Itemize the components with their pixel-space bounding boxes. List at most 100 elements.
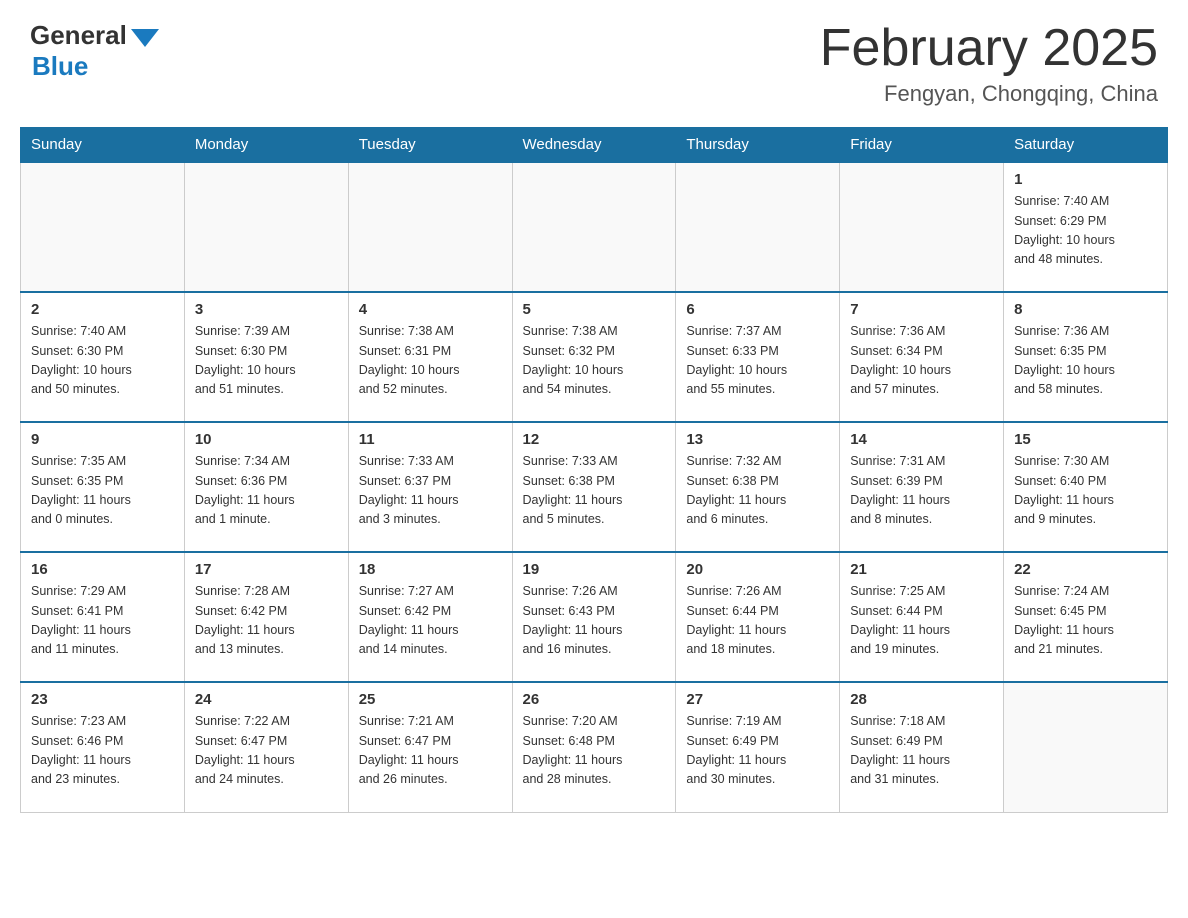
calendar-cell: 8 Sunrise: 7:36 AMSunset: 6:35 PMDaylight…	[1004, 292, 1168, 422]
day-info: Sunrise: 7:26 AMSunset: 6:44 PMDaylight:…	[686, 582, 829, 660]
day-number: 2	[31, 301, 174, 318]
day-number: 15	[1014, 431, 1157, 448]
calendar-cell	[184, 162, 348, 292]
calendar-cell: 17 Sunrise: 7:28 AMSunset: 6:42 PMDayligh…	[184, 552, 348, 682]
weekday-header-friday: Friday	[840, 128, 1004, 163]
calendar-week-row: 23 Sunrise: 7:23 AMSunset: 6:46 PMDayligh…	[21, 682, 1168, 812]
calendar-cell	[348, 162, 512, 292]
calendar-week-row: 9Sunrise: 7:35 AMSunset: 6:35 PMDaylight…	[21, 422, 1168, 552]
location-title: Fengyan, Chongqing, China	[820, 81, 1158, 107]
day-info: Sunrise: 7:18 AMSunset: 6:49 PMDaylight:…	[850, 712, 993, 790]
calendar-week-row: 2 Sunrise: 7:40 AMSunset: 6:30 PMDaylight…	[21, 292, 1168, 422]
day-info: Sunrise: 7:39 AMSunset: 6:30 PMDaylight:…	[195, 322, 338, 400]
logo: General Blue	[30, 20, 159, 82]
calendar-cell	[840, 162, 1004, 292]
calendar-cell: 24 Sunrise: 7:22 AMSunset: 6:47 PMDayligh…	[184, 682, 348, 812]
calendar-cell: 2 Sunrise: 7:40 AMSunset: 6:30 PMDaylight…	[21, 292, 185, 422]
day-number: 7	[850, 301, 993, 318]
day-number: 8	[1014, 301, 1157, 318]
day-number: 22	[1014, 561, 1157, 578]
calendar-cell: 22 Sunrise: 7:24 AMSunset: 6:45 PMDayligh…	[1004, 552, 1168, 682]
calendar-cell: 19 Sunrise: 7:26 AMSunset: 6:43 PMDayligh…	[512, 552, 676, 682]
day-info: Sunrise: 7:34 AMSunset: 6:36 PMDaylight:…	[195, 452, 338, 530]
day-number: 17	[195, 561, 338, 578]
calendar-cell: 3 Sunrise: 7:39 AMSunset: 6:30 PMDaylight…	[184, 292, 348, 422]
day-info: Sunrise: 7:40 AMSunset: 6:29 PMDaylight:…	[1014, 192, 1157, 270]
logo-blue-text: Blue	[32, 51, 88, 82]
calendar-cell: 6 Sunrise: 7:37 AMSunset: 6:33 PMDaylight…	[676, 292, 840, 422]
calendar-cell: 23 Sunrise: 7:23 AMSunset: 6:46 PMDayligh…	[21, 682, 185, 812]
calendar-cell: 9Sunrise: 7:35 AMSunset: 6:35 PMDaylight…	[21, 422, 185, 552]
day-number: 9	[31, 431, 174, 448]
calendar-week-row: 1 Sunrise: 7:40 AMSunset: 6:29 PMDaylight…	[21, 162, 1168, 292]
day-number: 13	[686, 431, 829, 448]
day-info: Sunrise: 7:19 AMSunset: 6:49 PMDaylight:…	[686, 712, 829, 790]
calendar-cell: 25Sunrise: 7:21 AMSunset: 6:47 PMDayligh…	[348, 682, 512, 812]
calendar-cell: 11 Sunrise: 7:33 AMSunset: 6:37 PMDayligh…	[348, 422, 512, 552]
calendar-header-row: SundayMondayTuesdayWednesdayThursdayFrid…	[21, 128, 1168, 163]
calendar-cell: 4 Sunrise: 7:38 AMSunset: 6:31 PMDaylight…	[348, 292, 512, 422]
calendar-cell: 12 Sunrise: 7:33 AMSunset: 6:38 PMDayligh…	[512, 422, 676, 552]
day-number: 16	[31, 561, 174, 578]
day-info: Sunrise: 7:36 AMSunset: 6:34 PMDaylight:…	[850, 322, 993, 400]
weekday-header-sunday: Sunday	[21, 128, 185, 163]
day-info: Sunrise: 7:26 AMSunset: 6:43 PMDaylight:…	[523, 582, 666, 660]
day-info: Sunrise: 7:29 AMSunset: 6:41 PMDaylight:…	[31, 582, 174, 660]
calendar-cell: 5Sunrise: 7:38 AMSunset: 6:32 PMDaylight…	[512, 292, 676, 422]
day-info: Sunrise: 7:25 AMSunset: 6:44 PMDaylight:…	[850, 582, 993, 660]
calendar-cell: 26 Sunrise: 7:20 AMSunset: 6:48 PMDayligh…	[512, 682, 676, 812]
day-info: Sunrise: 7:38 AMSunset: 6:31 PMDaylight:…	[359, 322, 502, 400]
calendar-cell: 16 Sunrise: 7:29 AMSunset: 6:41 PMDayligh…	[21, 552, 185, 682]
day-info: Sunrise: 7:30 AMSunset: 6:40 PMDaylight:…	[1014, 452, 1157, 530]
day-number: 4	[359, 301, 502, 318]
page-header: General Blue February 2025 Fengyan, Chon…	[0, 0, 1188, 117]
day-info: Sunrise: 7:27 AMSunset: 6:42 PMDaylight:…	[359, 582, 502, 660]
day-number: 6	[686, 301, 829, 318]
day-number: 1	[1014, 171, 1157, 188]
month-title: February 2025	[820, 20, 1158, 77]
day-number: 3	[195, 301, 338, 318]
calendar-cell	[1004, 682, 1168, 812]
day-info: Sunrise: 7:20 AMSunset: 6:48 PMDaylight:…	[523, 712, 666, 790]
day-info: Sunrise: 7:22 AMSunset: 6:47 PMDaylight:…	[195, 712, 338, 790]
logo-triangle-icon	[131, 29, 159, 47]
day-number: 25	[359, 691, 502, 708]
day-number: 23	[31, 691, 174, 708]
day-number: 19	[523, 561, 666, 578]
calendar-cell: 21 Sunrise: 7:25 AMSunset: 6:44 PMDayligh…	[840, 552, 1004, 682]
day-number: 14	[850, 431, 993, 448]
logo-general-text: General	[30, 20, 127, 51]
calendar-cell	[512, 162, 676, 292]
day-number: 21	[850, 561, 993, 578]
day-info: Sunrise: 7:33 AMSunset: 6:38 PMDaylight:…	[523, 452, 666, 530]
day-number: 28	[850, 691, 993, 708]
weekday-header-wednesday: Wednesday	[512, 128, 676, 163]
calendar-cell: 7 Sunrise: 7:36 AMSunset: 6:34 PMDaylight…	[840, 292, 1004, 422]
day-info: Sunrise: 7:38 AMSunset: 6:32 PMDaylight:…	[523, 322, 666, 400]
day-info: Sunrise: 7:32 AMSunset: 6:38 PMDaylight:…	[686, 452, 829, 530]
day-info: Sunrise: 7:28 AMSunset: 6:42 PMDaylight:…	[195, 582, 338, 660]
day-number: 26	[523, 691, 666, 708]
day-info: Sunrise: 7:36 AMSunset: 6:35 PMDaylight:…	[1014, 322, 1157, 400]
day-info: Sunrise: 7:33 AMSunset: 6:37 PMDaylight:…	[359, 452, 502, 530]
day-info: Sunrise: 7:23 AMSunset: 6:46 PMDaylight:…	[31, 712, 174, 790]
day-number: 27	[686, 691, 829, 708]
day-number: 18	[359, 561, 502, 578]
day-number: 11	[359, 431, 502, 448]
day-number: 12	[523, 431, 666, 448]
calendar-cell: 15 Sunrise: 7:30 AMSunset: 6:40 PMDayligh…	[1004, 422, 1168, 552]
calendar-cell: 28 Sunrise: 7:18 AMSunset: 6:49 PMDayligh…	[840, 682, 1004, 812]
day-info: Sunrise: 7:37 AMSunset: 6:33 PMDaylight:…	[686, 322, 829, 400]
calendar-cell	[676, 162, 840, 292]
weekday-header-tuesday: Tuesday	[348, 128, 512, 163]
calendar-cell: 10Sunrise: 7:34 AMSunset: 6:36 PMDayligh…	[184, 422, 348, 552]
day-number: 20	[686, 561, 829, 578]
day-info: Sunrise: 7:24 AMSunset: 6:45 PMDaylight:…	[1014, 582, 1157, 660]
day-info: Sunrise: 7:40 AMSunset: 6:30 PMDaylight:…	[31, 322, 174, 400]
day-number: 24	[195, 691, 338, 708]
day-info: Sunrise: 7:31 AMSunset: 6:39 PMDaylight:…	[850, 452, 993, 530]
weekday-header-thursday: Thursday	[676, 128, 840, 163]
calendar-cell: 20 Sunrise: 7:26 AMSunset: 6:44 PMDayligh…	[676, 552, 840, 682]
calendar-table: SundayMondayTuesdayWednesdayThursdayFrid…	[20, 127, 1168, 813]
weekday-header-saturday: Saturday	[1004, 128, 1168, 163]
